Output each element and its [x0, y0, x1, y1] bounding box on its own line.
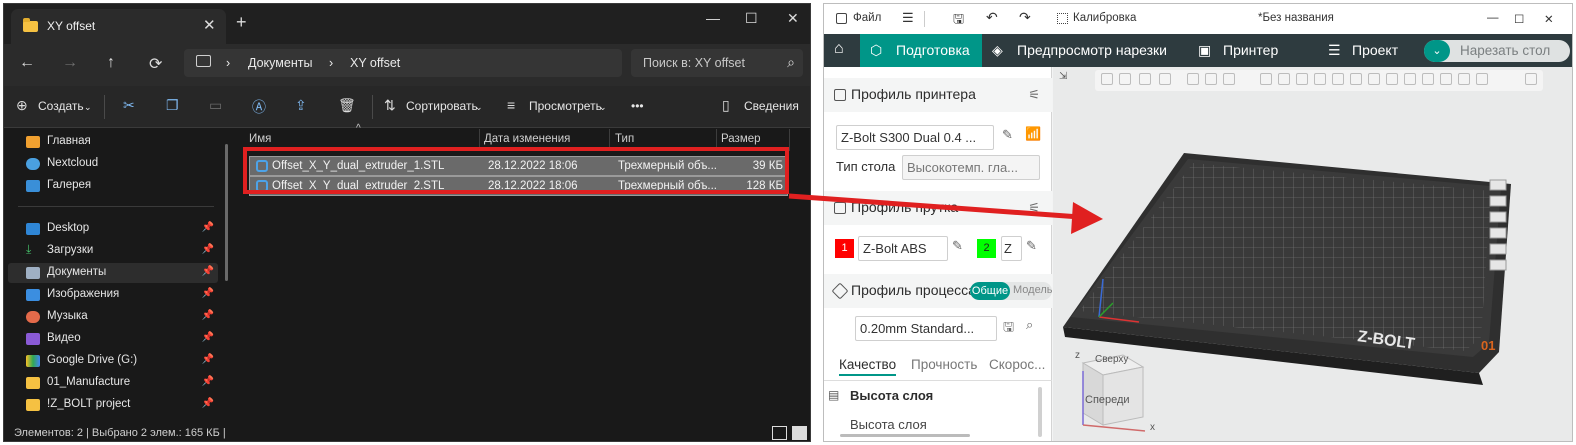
drag-arrow-annotation	[788, 193, 1103, 234]
arrow-head	[1071, 202, 1103, 234]
screenshot-stage: XY offset ✕ + — ☐ ✕ ← → ↑ ⟳ › Документы …	[0, 0, 1576, 445]
